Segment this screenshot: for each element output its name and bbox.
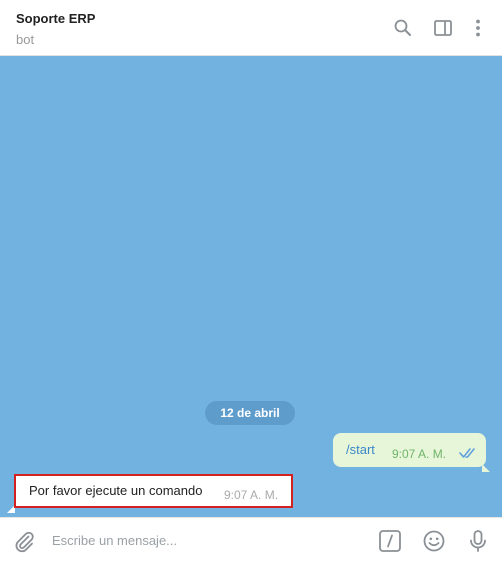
emoji-icon[interactable] bbox=[422, 529, 446, 553]
message-input[interactable]: Escribe un mensaje... bbox=[52, 533, 177, 548]
bubble-tail bbox=[482, 459, 490, 467]
message-time: 9:07 A. M. bbox=[392, 447, 446, 461]
search-icon[interactable] bbox=[393, 18, 413, 38]
more-vertical-icon[interactable] bbox=[468, 18, 488, 38]
attach-icon[interactable] bbox=[12, 529, 36, 553]
outgoing-message[interactable]: /start 9:07 A. M. bbox=[333, 433, 486, 467]
message-composer: Escribe un mensaje... bbox=[0, 517, 502, 563]
chat-title[interactable]: Soporte ERP bbox=[16, 11, 95, 26]
message-text[interactable]: /start bbox=[346, 442, 375, 457]
sidebar-toggle-icon[interactable] bbox=[433, 18, 453, 38]
chat-subtitle: bot bbox=[16, 32, 34, 47]
bot-command-icon[interactable] bbox=[378, 529, 402, 553]
date-separator: 12 de abril bbox=[205, 401, 295, 425]
chat-header: Soporte ERP bot bbox=[0, 0, 502, 56]
incoming-message[interactable]: Por favor ejecute un comando 9:07 A. M. bbox=[14, 474, 293, 508]
message-text[interactable]: Por favor ejecute un comando bbox=[29, 483, 202, 498]
chat-area[interactable]: 12 de abril /start 9:07 A. M. Por favor … bbox=[0, 56, 502, 517]
double-check-icon bbox=[459, 446, 477, 458]
message-time: 9:07 A. M. bbox=[224, 488, 278, 502]
microphone-icon[interactable] bbox=[466, 529, 490, 553]
